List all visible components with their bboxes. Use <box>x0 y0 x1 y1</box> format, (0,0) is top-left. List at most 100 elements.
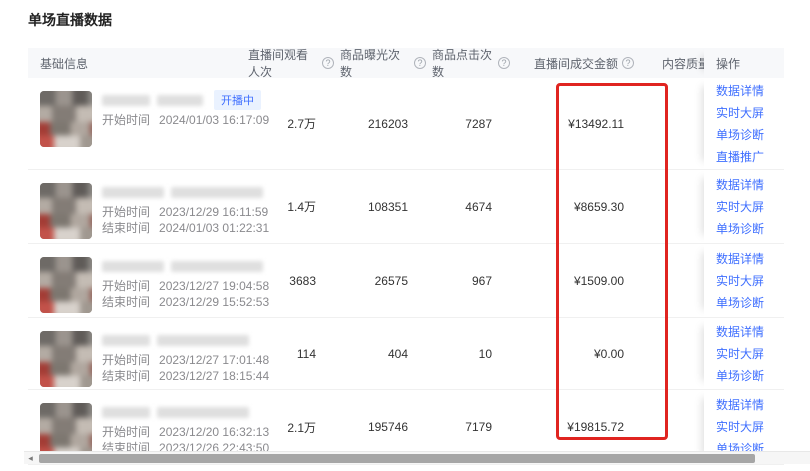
table-header: 基础信息 直播间观看人次 ? 商品曝光次数 ? 商品点击次数 ? 直播间成交金额… <box>28 48 784 78</box>
action-data-detail[interactable]: 数据详情 <box>716 321 784 343</box>
col-gmv: 直播间成交金额 ? <box>516 55 640 72</box>
clicks-value: 967 <box>432 244 516 317</box>
blurred-text <box>171 261 263 272</box>
stream-thumbnail <box>40 91 92 147</box>
table-row: 开播中 开始时间2024/01/03 16:17:09 2.7万 216203 … <box>28 78 784 170</box>
stream-meta: 开始时间2023/12/20 16:32:13 结束时间2023/12/26 2… <box>102 403 269 456</box>
col-clicks-label: 商品点击次数 <box>432 46 494 80</box>
clicks-value: 7287 <box>432 78 516 169</box>
actions-cell: 数据详情 实时大屏 单场诊断 <box>704 244 784 317</box>
end-time-label: 结束时间 <box>102 295 150 309</box>
viewers-value: 2.7万 <box>248 78 340 169</box>
start-time-label: 开始时间 <box>102 205 150 219</box>
end-time-label: 结束时间 <box>102 369 150 383</box>
exposure-value: 108351 <box>340 170 432 243</box>
actions-cell: 数据详情 实时大屏 单场诊断 直播推广 <box>704 78 784 169</box>
stream-thumbnail <box>40 183 92 239</box>
blurred-text <box>102 261 164 272</box>
clicks-value: 10 <box>432 318 516 389</box>
action-data-detail[interactable]: 数据详情 <box>716 248 784 270</box>
col-exposure-label: 商品曝光次数 <box>340 46 410 80</box>
stream-title-blurred: 开播中 <box>102 92 269 108</box>
start-time-label: 开始时间 <box>102 353 150 367</box>
info-icon[interactable]: ? <box>414 57 426 69</box>
end-time-line: 结束时间2023/12/27 18:15:44 <box>102 368 269 384</box>
stream-title-blurred <box>102 258 270 274</box>
table-row: 开始时间2023/12/29 16:11:59 结束时间2024/01/03 0… <box>28 170 784 244</box>
stream-basic-info: 开始时间2023/12/29 16:11:59 结束时间2024/01/03 0… <box>28 170 248 243</box>
stream-title-blurred <box>102 332 269 348</box>
info-icon[interactable]: ? <box>322 57 334 69</box>
stream-thumbnail <box>40 331 92 387</box>
action-session-diagnosis[interactable]: 单场诊断 <box>716 124 784 146</box>
col-viewers: 直播间观看人次 ? <box>248 46 340 80</box>
viewers-value: 114 <box>248 318 340 389</box>
action-data-detail[interactable]: 数据详情 <box>716 80 784 102</box>
end-time-line: 结束时间2023/12/29 15:52:53 <box>102 294 270 310</box>
page-title: 单场直播数据 <box>28 10 112 30</box>
action-realtime-screen[interactable]: 实时大屏 <box>716 416 784 438</box>
scroll-left-arrow-icon[interactable]: ◂ <box>24 452 37 465</box>
blurred-text <box>157 335 249 346</box>
quality-cell <box>640 170 704 243</box>
quality-cell <box>640 78 704 169</box>
start-time-label: 开始时间 <box>102 113 150 127</box>
action-realtime-screen[interactable]: 实时大屏 <box>716 196 784 218</box>
info-icon[interactable]: ? <box>498 57 510 69</box>
end-time-label: 结束时间 <box>102 221 150 235</box>
stream-basic-info: 开播中 开始时间2024/01/03 16:17:09 <box>28 78 248 169</box>
col-exposure: 商品曝光次数 ? <box>340 46 432 80</box>
quality-cell <box>640 318 704 389</box>
col-quality: 内容质量 <box>640 55 704 72</box>
col-basic-info: 基础信息 <box>28 55 248 72</box>
start-time-line: 开始时间2023/12/29 16:11:59 <box>102 204 270 220</box>
stream-title-blurred <box>102 404 269 420</box>
gmv-value: ¥13492.11 <box>516 78 640 169</box>
exposure-value: 216203 <box>340 78 432 169</box>
quality-cell <box>640 244 704 317</box>
action-realtime-screen[interactable]: 实时大屏 <box>716 102 784 124</box>
stream-basic-info: 开始时间2023/12/27 17:01:48 结束时间2023/12/27 1… <box>28 318 248 389</box>
stream-meta: 开始时间2023/12/29 16:11:59 结束时间2024/01/03 0… <box>102 183 270 236</box>
stream-meta: 开播中 开始时间2024/01/03 16:17:09 <box>102 91 269 128</box>
horizontal-scrollbar[interactable]: ◂ <box>24 451 810 464</box>
action-realtime-screen[interactable]: 实时大屏 <box>716 270 784 292</box>
blurred-text <box>171 187 263 198</box>
actions-cell: 数据详情 实时大屏 单场诊断 <box>704 170 784 243</box>
action-session-diagnosis[interactable]: 单场诊断 <box>716 292 784 314</box>
start-time-label: 开始时间 <box>102 425 150 439</box>
col-gmv-label: 直播间成交金额 <box>534 55 618 72</box>
start-time-line: 开始时间2024/01/03 16:17:09 <box>102 112 269 128</box>
action-session-diagnosis[interactable]: 单场诊断 <box>716 218 784 240</box>
action-realtime-screen[interactable]: 实时大屏 <box>716 343 784 365</box>
info-icon[interactable]: ? <box>622 57 634 69</box>
exposure-value: 26575 <box>340 244 432 317</box>
blurred-text <box>102 95 150 106</box>
start-time-line: 开始时间2023/12/27 19:04:58 <box>102 278 270 294</box>
stream-meta: 开始时间2023/12/27 19:04:58 结束时间2023/12/29 1… <box>102 257 270 310</box>
gmv-value: ¥0.00 <box>516 318 640 389</box>
action-live-promotion[interactable]: 直播推广 <box>716 146 784 168</box>
table-row: 开始时间2023/12/27 17:01:48 结束时间2023/12/27 1… <box>28 318 784 390</box>
action-data-detail[interactable]: 数据详情 <box>716 394 784 416</box>
blurred-text <box>157 95 203 106</box>
stream-meta: 开始时间2023/12/27 17:01:48 结束时间2023/12/27 1… <box>102 331 269 384</box>
col-actions: 操作 <box>704 48 784 78</box>
blurred-text <box>102 335 150 346</box>
start-time-line: 开始时间2023/12/27 17:01:48 <box>102 352 269 368</box>
action-session-diagnosis[interactable]: 单场诊断 <box>716 365 784 387</box>
live-sessions-table: 基础信息 直播间观看人次 ? 商品曝光次数 ? 商品点击次数 ? 直播间成交金额… <box>28 48 784 465</box>
stream-thumbnail <box>40 257 92 313</box>
scrollbar-thumb[interactable] <box>39 454 755 463</box>
action-data-detail[interactable]: 数据详情 <box>716 174 784 196</box>
exposure-value: 404 <box>340 318 432 389</box>
col-clicks: 商品点击次数 ? <box>432 46 516 80</box>
start-time-label: 开始时间 <box>102 279 150 293</box>
end-time-line: 结束时间2024/01/03 01:22:31 <box>102 220 270 236</box>
col-viewers-label: 直播间观看人次 <box>248 46 318 80</box>
blurred-text <box>102 407 150 418</box>
actions-cell: 数据详情 实时大屏 单场诊断 <box>704 318 784 389</box>
gmv-value: ¥8659.30 <box>516 170 640 243</box>
viewers-value: 3683 <box>248 244 340 317</box>
viewers-value: 1.4万 <box>248 170 340 243</box>
